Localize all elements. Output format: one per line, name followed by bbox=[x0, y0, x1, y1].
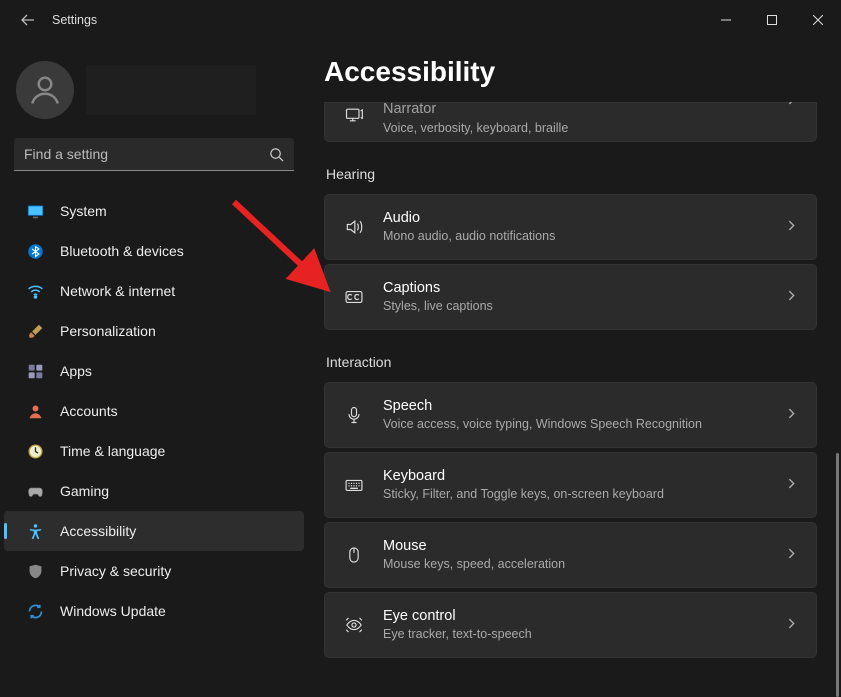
profile-info bbox=[86, 65, 256, 115]
search-input[interactable] bbox=[24, 146, 269, 162]
maximize-button[interactable] bbox=[749, 4, 795, 36]
person-icon bbox=[26, 402, 44, 420]
sidebar-item-personalization[interactable]: Personalization bbox=[4, 311, 304, 351]
sidebar-item-privacy[interactable]: Privacy & security bbox=[4, 551, 304, 591]
chevron-right-icon bbox=[785, 547, 798, 563]
section-header-hearing: Hearing bbox=[326, 166, 817, 182]
setting-card-mouse[interactable]: Mouse Mouse keys, speed, acceleration bbox=[324, 522, 817, 588]
window-controls bbox=[703, 4, 841, 36]
sidebar-item-accessibility[interactable]: Accessibility bbox=[4, 511, 304, 551]
display-icon bbox=[26, 202, 44, 220]
card-subtitle: Eye tracker, text-to-speech bbox=[383, 626, 785, 643]
sidebar-item-accounts[interactable]: Accounts bbox=[4, 391, 304, 431]
scroll-area[interactable]: Narrator Voice, verbosity, keyboard, bra… bbox=[324, 102, 817, 686]
card-title: Captions bbox=[383, 279, 785, 299]
clock-icon bbox=[26, 442, 44, 460]
chevron-right-icon bbox=[785, 477, 798, 493]
sidebar-item-label: System bbox=[60, 203, 107, 219]
card-subtitle: Voice access, voice typing, Windows Spee… bbox=[383, 416, 785, 433]
section-header-interaction: Interaction bbox=[326, 354, 817, 370]
mouse-icon bbox=[343, 544, 365, 566]
card-title: Narrator bbox=[383, 102, 785, 120]
chevron-right-icon bbox=[785, 102, 798, 109]
sidebar-item-label: Time & language bbox=[60, 443, 165, 459]
search-box[interactable] bbox=[14, 138, 294, 171]
setting-card-audio[interactable]: Audio Mono audio, audio notifications bbox=[324, 194, 817, 260]
chevron-right-icon bbox=[785, 617, 798, 633]
main-content: Accessibility Narrator Voice, verbosity,… bbox=[308, 40, 841, 695]
close-icon bbox=[813, 15, 823, 25]
setting-card-captions[interactable]: Captions Styles, live captions bbox=[324, 264, 817, 330]
setting-card-narrator[interactable]: Narrator Voice, verbosity, keyboard, bra… bbox=[324, 102, 817, 142]
sidebar-item-apps[interactable]: Apps bbox=[4, 351, 304, 391]
sidebar-item-label: Bluetooth & devices bbox=[60, 243, 184, 259]
setting-card-eye-control[interactable]: Eye control Eye tracker, text-to-speech bbox=[324, 592, 817, 658]
search-icon bbox=[269, 147, 284, 162]
chevron-right-icon bbox=[785, 407, 798, 423]
page-title: Accessibility bbox=[324, 56, 817, 88]
setting-card-keyboard[interactable]: Keyboard Sticky, Filter, and Toggle keys… bbox=[324, 452, 817, 518]
eye-icon bbox=[343, 614, 365, 636]
wifi-icon bbox=[26, 282, 44, 300]
window-title: Settings bbox=[52, 13, 97, 27]
card-title: Mouse bbox=[383, 537, 785, 557]
maximize-icon bbox=[767, 15, 777, 25]
sidebar-item-label: Apps bbox=[60, 363, 92, 379]
setting-card-speech[interactable]: Speech Voice access, voice typing, Windo… bbox=[324, 382, 817, 448]
chevron-right-icon bbox=[785, 289, 798, 305]
card-subtitle: Styles, live captions bbox=[383, 298, 785, 315]
card-title: Audio bbox=[383, 209, 785, 229]
sidebar-item-network[interactable]: Network & internet bbox=[4, 271, 304, 311]
sidebar-item-bluetooth[interactable]: Bluetooth & devices bbox=[4, 231, 304, 271]
shield-icon bbox=[26, 562, 44, 580]
card-subtitle: Mono audio, audio notifications bbox=[383, 228, 785, 245]
sidebar-item-update[interactable]: Windows Update bbox=[4, 591, 304, 631]
captions-icon bbox=[343, 286, 365, 308]
microphone-icon bbox=[343, 404, 365, 426]
avatar bbox=[16, 61, 74, 119]
sidebar-item-label: Windows Update bbox=[60, 603, 166, 619]
close-button[interactable] bbox=[795, 4, 841, 36]
sidebar: System Bluetooth & devices Network & int… bbox=[0, 40, 308, 695]
paintbrush-icon bbox=[26, 322, 44, 340]
titlebar: Settings bbox=[0, 0, 841, 40]
sidebar-item-label: Network & internet bbox=[60, 283, 175, 299]
apps-icon bbox=[26, 362, 44, 380]
sidebar-item-system[interactable]: System bbox=[4, 191, 304, 231]
card-title: Keyboard bbox=[383, 467, 785, 487]
card-title: Speech bbox=[383, 397, 785, 417]
scrollbar[interactable] bbox=[836, 146, 839, 689]
sidebar-item-gaming[interactable]: Gaming bbox=[4, 471, 304, 511]
sidebar-item-label: Gaming bbox=[60, 483, 109, 499]
accessibility-icon bbox=[26, 522, 44, 540]
minimize-icon bbox=[721, 15, 731, 25]
card-title: Eye control bbox=[383, 607, 785, 627]
back-button[interactable] bbox=[8, 0, 48, 40]
audio-icon bbox=[343, 216, 365, 238]
sidebar-item-label: Privacy & security bbox=[60, 563, 171, 579]
minimize-button[interactable] bbox=[703, 4, 749, 36]
sidebar-item-label: Personalization bbox=[60, 323, 156, 339]
bluetooth-icon bbox=[26, 242, 44, 260]
sidebar-item-label: Accessibility bbox=[60, 523, 136, 539]
user-icon bbox=[27, 72, 63, 108]
keyboard-icon bbox=[343, 474, 365, 496]
back-arrow-icon bbox=[20, 12, 36, 28]
card-subtitle: Voice, verbosity, keyboard, braille bbox=[383, 120, 785, 137]
narrator-icon bbox=[343, 104, 365, 126]
gamepad-icon bbox=[26, 482, 44, 500]
update-icon bbox=[26, 602, 44, 620]
sidebar-item-time[interactable]: Time & language bbox=[4, 431, 304, 471]
card-subtitle: Mouse keys, speed, acceleration bbox=[383, 556, 785, 573]
chevron-right-icon bbox=[785, 219, 798, 235]
scrollbar-thumb[interactable] bbox=[836, 453, 839, 697]
card-subtitle: Sticky, Filter, and Toggle keys, on-scre… bbox=[383, 486, 785, 503]
sidebar-item-label: Accounts bbox=[60, 403, 118, 419]
profile-row[interactable] bbox=[0, 52, 308, 128]
nav: System Bluetooth & devices Network & int… bbox=[0, 185, 308, 631]
